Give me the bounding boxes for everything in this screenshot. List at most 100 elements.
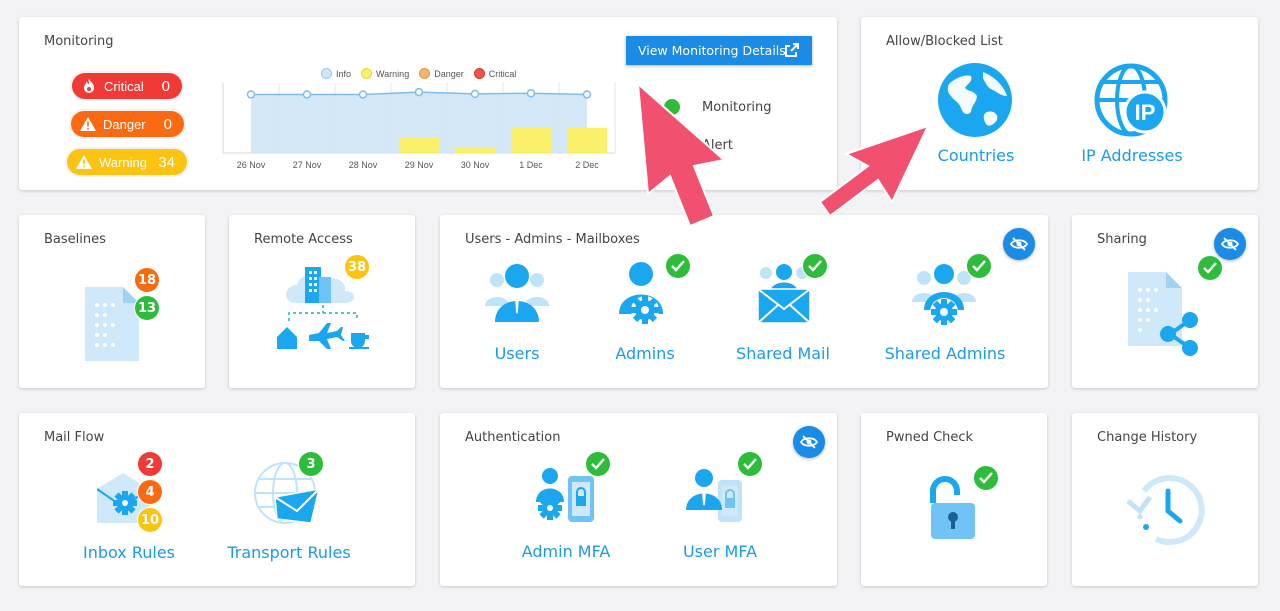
- shared-mail-tile[interactable]: Shared Mail: [723, 253, 843, 370]
- shared-admins-icon: [912, 262, 976, 333]
- sharing-title: Sharing: [1097, 232, 1147, 247]
- authentication-card: Authentication Admin MFA User MFA: [440, 413, 837, 586]
- eye-off-icon: [800, 435, 818, 449]
- admin-mfa-tile[interactable]: Admin MFA: [506, 458, 626, 568]
- ip-addresses-label: IP Addresses: [1081, 146, 1183, 165]
- globe-icon: [937, 62, 1013, 143]
- inbox-rules-label: Inbox Rules: [82, 543, 176, 562]
- x-tick-label: 1 Dec: [519, 160, 543, 170]
- checkmark-icon: [671, 260, 685, 272]
- critical-label: Critical: [104, 78, 144, 94]
- users-tile[interactable]: Users: [457, 260, 577, 370]
- warning-bar: [511, 127, 551, 153]
- info-point: [358, 90, 368, 99]
- user-mfa-tile[interactable]: User MFA: [660, 458, 780, 568]
- users-icon: [485, 262, 549, 329]
- svg-text:IP: IP: [1135, 100, 1156, 125]
- pointer-arrow-left: [636, 81, 727, 228]
- shared-admins-label: Shared Admins: [884, 344, 1006, 363]
- shared-admins-check-badge: [966, 253, 992, 279]
- inbox-rules-badge-warning: 10: [137, 507, 163, 533]
- remote-access-card[interactable]: Remote Access 38: [229, 215, 415, 388]
- x-tick-label: 28 Nov: [349, 160, 378, 170]
- danger-count: 0: [163, 115, 172, 133]
- unlocked-padlock-icon: [927, 475, 977, 546]
- baselines-badge-green: 13: [134, 295, 160, 321]
- sharing-check-badge: [1197, 255, 1223, 281]
- x-tick-label: 2 Dec: [575, 160, 599, 170]
- visibility-toggle-button[interactable]: [1214, 228, 1246, 260]
- critical-pill[interactable]: Critical 0: [72, 73, 182, 99]
- baselines-card[interactable]: Baselines 18 13: [19, 215, 205, 388]
- view-monitoring-details-button[interactable]: View Monitoring Details: [626, 36, 812, 65]
- document-icon: [85, 287, 139, 366]
- checkmark-icon: [1203, 262, 1217, 274]
- admin-mfa-check-badge: [585, 451, 611, 477]
- info-point: [470, 89, 480, 99]
- ip-addresses-tile[interactable]: IP IP Addresses: [1067, 62, 1197, 172]
- pwned-check-title: Pwned Check: [886, 430, 974, 445]
- transport-rules-label: Transport Rules: [227, 543, 351, 562]
- warning-pill[interactable]: Warning 34: [67, 149, 187, 175]
- transport-rules-badge: 3: [298, 451, 324, 477]
- x-tick-label: 29 Nov: [405, 160, 434, 170]
- visibility-toggle-button[interactable]: [793, 426, 825, 458]
- admins-check-badge: [665, 253, 691, 279]
- shared-mail-check-badge: [802, 253, 828, 279]
- users-admins-card: Users - Admins - Mailboxes Users Admins …: [440, 215, 1048, 388]
- user-mfa-check-badge: [737, 451, 763, 477]
- eye-off-icon: [1010, 237, 1028, 251]
- legend-item-warning[interactable]: Warning: [361, 68, 409, 79]
- x-tick-label: 27 Nov: [293, 160, 322, 170]
- sharing-card[interactable]: Sharing: [1072, 215, 1258, 388]
- checkmark-icon: [979, 472, 993, 484]
- monitoring-title: Monitoring: [44, 34, 114, 49]
- admin-gear-icon: [617, 260, 673, 333]
- visibility-toggle-button[interactable]: [1003, 228, 1035, 260]
- share-document-icon: [1128, 272, 1204, 363]
- info-point: [246, 90, 256, 99]
- legend-item-danger[interactable]: Danger: [419, 68, 464, 79]
- warning-label: Warning: [99, 154, 147, 170]
- shared-admins-tile[interactable]: Shared Admins: [875, 253, 1015, 370]
- baselines-title: Baselines: [44, 232, 106, 247]
- info-point: [526, 89, 536, 98]
- info-point: [582, 90, 592, 99]
- authentication-title: Authentication: [465, 430, 561, 445]
- danger-pill[interactable]: Danger 0: [71, 111, 184, 137]
- pwned-check-card[interactable]: Pwned Check: [861, 413, 1047, 586]
- details-button-label: View Monitoring Details: [638, 43, 786, 58]
- fire-icon: [80, 78, 98, 94]
- admin-mfa-label: Admin MFA: [521, 542, 611, 561]
- checkmark-icon: [972, 260, 986, 272]
- x-tick-label: 26 Nov: [237, 160, 266, 170]
- ip-globe-icon: IP: [1093, 62, 1169, 143]
- baselines-badge-orange: 18: [134, 267, 160, 293]
- mail-flow-card: Mail Flow Inbox Rules 2 4 10 Transport R…: [19, 413, 415, 586]
- change-history-card[interactable]: Change History: [1072, 413, 1258, 586]
- legend-item-critical[interactable]: Critical: [473, 68, 516, 79]
- admins-tile[interactable]: Admins: [585, 253, 705, 370]
- mail-flow-title: Mail Flow: [44, 430, 105, 445]
- user-mfa-icon: [686, 466, 750, 531]
- warning-bar: [399, 137, 439, 153]
- pointer-arrow-right: [818, 124, 930, 218]
- user-mfa-label: User MFA: [682, 542, 758, 561]
- admin-mfa-icon: [534, 466, 598, 531]
- inbox-rules-tile[interactable]: Inbox Rules: [69, 453, 189, 568]
- warning-bar: [455, 147, 495, 153]
- warning-triangle-icon: [79, 116, 97, 132]
- users-label: Users: [494, 344, 540, 363]
- x-tick-label: 30 Nov: [461, 160, 490, 170]
- chart-legend: Info Warning Danger Critical: [321, 68, 526, 79]
- transport-rules-tile[interactable]: Transport Rules: [219, 453, 359, 568]
- legend-item-info[interactable]: Info: [321, 68, 351, 79]
- warning-bar: [567, 127, 607, 153]
- history-clock-icon: [1124, 471, 1208, 554]
- checkmark-icon: [743, 458, 757, 470]
- monitoring-chart: 26 Nov 27 Nov 28 Nov 29 Nov 30 Nov 1 Dec 2 Dec: [222, 83, 616, 170]
- critical-count: 0: [161, 77, 170, 95]
- eye-off-icon: [1221, 237, 1239, 251]
- inbox-rules-badge-danger: 4: [137, 479, 163, 505]
- inbox-rules-badge-critical: 2: [137, 451, 163, 477]
